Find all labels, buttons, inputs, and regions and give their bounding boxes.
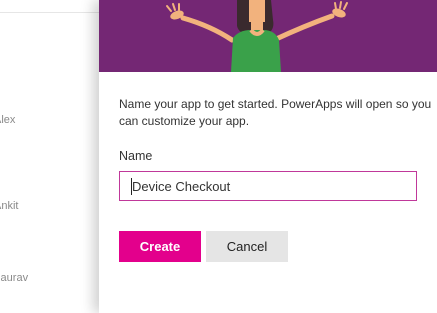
app-name-value: Device Checkout xyxy=(132,179,231,194)
hero-banner xyxy=(99,0,437,72)
create-app-panel: Name your app to get started. PowerApps … xyxy=(99,0,437,313)
hero-illustration xyxy=(166,0,348,72)
name-label: Name xyxy=(119,149,153,163)
list-item-name: Ankit xyxy=(0,200,19,212)
dialog-description: Name your app to get started. PowerApps … xyxy=(119,97,432,128)
list-item-name: Gaurav xyxy=(0,272,29,284)
list-item-name: Alex xyxy=(0,114,16,126)
divider xyxy=(0,12,100,13)
create-button[interactable]: Create xyxy=(119,231,201,262)
app-name-input[interactable]: Device Checkout xyxy=(119,171,417,201)
cancel-button[interactable]: Cancel xyxy=(206,231,288,262)
